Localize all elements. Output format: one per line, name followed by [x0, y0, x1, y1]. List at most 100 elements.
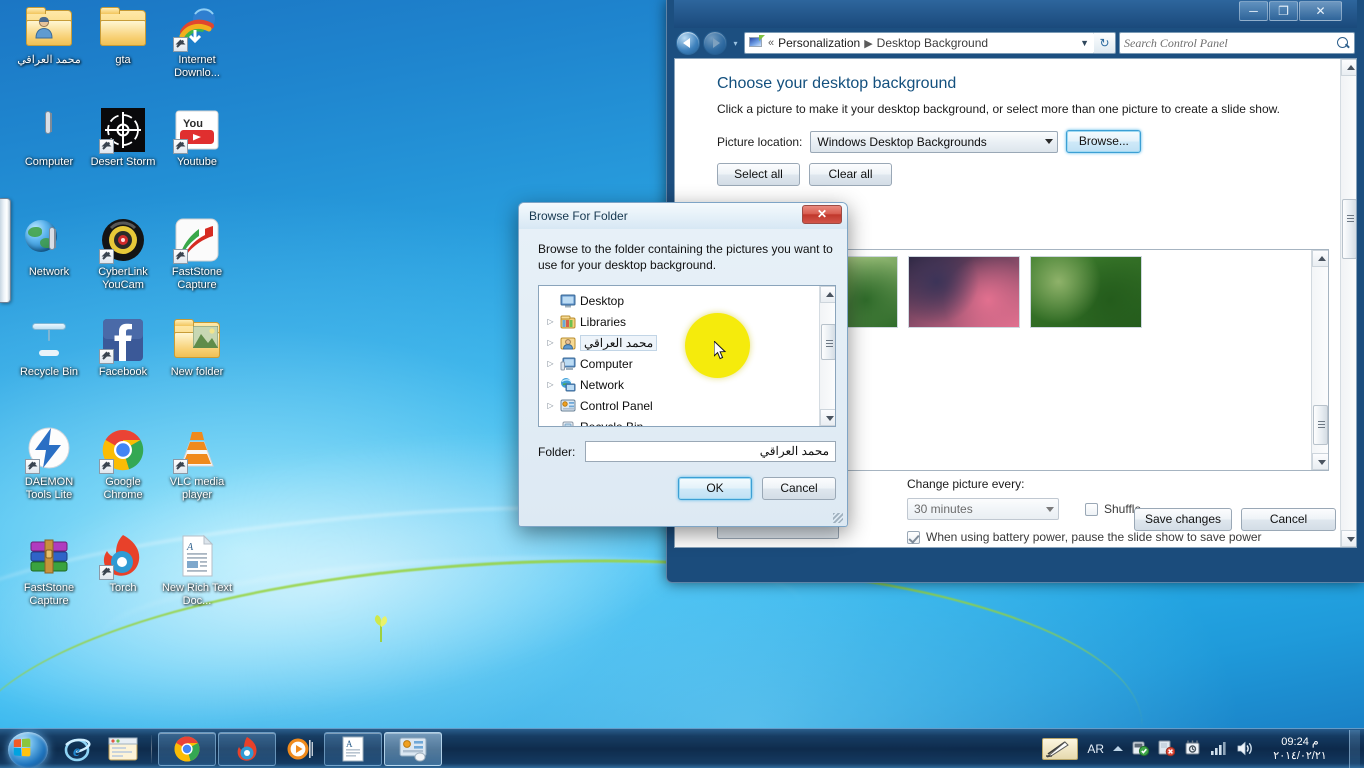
network-flag-icon[interactable] [1158, 740, 1175, 757]
interval-select[interactable]: 30 minutes [907, 498, 1059, 520]
select-all-button[interactable]: Select all [717, 163, 800, 186]
back-button[interactable] [676, 31, 700, 55]
desktop-icon-facebook[interactable]: Facebook [86, 316, 160, 379]
start-button[interactable] [2, 730, 54, 768]
shuffle-checkbox[interactable]: Shuffle [1085, 502, 1141, 516]
control-panel-titlebar[interactable]: ─ ❐ ✕ [674, 0, 1357, 28]
picture-location-select[interactable]: Windows Desktop Backgrounds [810, 130, 1059, 153]
desktop-icon-faststone[interactable]: FastStone Capture [160, 216, 234, 291]
show-hidden-icons-button[interactable] [1113, 746, 1123, 751]
checkbox-box[interactable] [1085, 502, 1098, 516]
clock[interactable]: 09:24 م ٢٠١٤/٠٢/٢١ [1263, 735, 1337, 763]
minimize-button[interactable]: ─ [1239, 1, 1268, 21]
browse-for-folder-dialog[interactable]: Browse For Folder ✕ Browse to the folder… [518, 202, 848, 527]
desktop-icon-label: VLC media player [169, 476, 225, 501]
expand-chevron-icon[interactable]: ▷ [545, 338, 556, 347]
address-root-chevron-icon[interactable]: « [768, 37, 774, 49]
save-changes-button[interactable]: Save changes [1133, 508, 1232, 531]
clear-all-button[interactable]: Clear all [809, 163, 892, 186]
picture-pane-scrollbar[interactable] [1311, 250, 1328, 470]
quick-launch-windows-explorer[interactable] [101, 732, 145, 766]
desktop-icon-label: Google Chrome [103, 476, 143, 501]
desktop-icon-rich-text-doc[interactable]: A New Rich Text Doc... [160, 532, 234, 607]
scroll-down-button[interactable] [1341, 530, 1356, 547]
desktop-icon-youtube[interactable]: You Youtube [160, 106, 234, 169]
taskbar-chrome-button[interactable] [158, 731, 216, 766]
media-icon[interactable] [1184, 740, 1201, 757]
scroll-up-button[interactable] [820, 286, 835, 303]
page-subtitle: Click a picture to make it your desktop … [717, 102, 1280, 116]
taskbar-wordpad-button[interactable]: A [324, 731, 382, 766]
desktop-icon-youcam[interactable]: CyberLink YouCam [86, 216, 160, 291]
action-center-icon[interactable] [1132, 740, 1149, 757]
dialog-titlebar[interactable]: Browse For Folder ✕ [519, 203, 847, 229]
language-indicator[interactable]: AR [1087, 742, 1104, 756]
desktop-icon-daemon-tools[interactable]: DAEMON Tools Lite [12, 426, 86, 501]
thumbnail-forest-path[interactable] [1030, 256, 1142, 328]
quick-launch-internet-explorer[interactable]: e [55, 732, 99, 766]
battery-pause-checkbox[interactable]: When using battery power, pause the slid… [907, 530, 1262, 544]
desktop-icon-network[interactable]: Network [12, 216, 86, 279]
taskbar[interactable]: e A AR 09:24 م ٢٠١٤/٠٢/٢١ [0, 728, 1364, 768]
scrollbar-thumb[interactable] [821, 324, 835, 360]
checkbox-box[interactable] [907, 530, 920, 544]
address-bar[interactable]: « Personalization ▶ Desktop Background ▼ [744, 32, 1095, 54]
tree-node-recycle-bin[interactable]: Recycle Bin [545, 416, 835, 426]
scrollbar-thumb[interactable] [1313, 405, 1328, 445]
desktop-icon-folder[interactable]: gta [86, 4, 160, 67]
resize-grip[interactable] [833, 513, 843, 523]
expand-chevron-icon[interactable]: ▷ [545, 317, 556, 326]
control-panel-icon [399, 737, 427, 761]
scroll-up-button[interactable] [1312, 250, 1328, 267]
taskbar-torch-button[interactable] [218, 731, 276, 766]
breadcrumb-desktop-background[interactable]: Desktop Background [877, 36, 988, 50]
tree-node-desktop[interactable]: Desktop [545, 290, 835, 311]
recent-pages-chevron-icon[interactable]: ▾ [730, 39, 741, 48]
desktop-icon-computer[interactable]: Computer [12, 106, 86, 169]
forward-button[interactable] [703, 31, 727, 55]
maximize-button[interactable]: ❐ [1269, 1, 1298, 21]
desktop-icon-idm[interactable]: Internet Downlo... [160, 4, 234, 79]
desktop-icon-torch[interactable]: Torch [86, 532, 160, 595]
desktop-icon-folder-pictures[interactable]: New folder [160, 316, 234, 379]
desktop[interactable]: محمد العراقي gta Internet Downlo... Compute… [0, 0, 1364, 768]
search-input[interactable]: Search Control Panel [1124, 36, 1337, 51]
search-box[interactable]: Search Control Panel [1119, 32, 1355, 54]
tree-scrollbar[interactable] [819, 286, 835, 426]
volume-icon[interactable] [1236, 740, 1254, 757]
desktop-icon-vlc[interactable]: VLC media player [160, 426, 234, 501]
taskbar-control-panel-button[interactable] [384, 731, 442, 766]
desktop-icon-label: FastStone Capture [23, 582, 75, 607]
desktop-icon-chrome[interactable]: Google Chrome [86, 426, 160, 501]
desktop-icon-desert-storm[interactable]: Desert Storm [86, 106, 160, 169]
scrollbar-thumb[interactable] [1342, 199, 1356, 259]
show-desktop-button[interactable] [1349, 729, 1360, 768]
scroll-down-button[interactable] [820, 409, 835, 426]
scroll-up-button[interactable] [1341, 59, 1356, 76]
scroll-down-button[interactable] [1312, 453, 1328, 470]
desktop-icon-folder-user[interactable]: محمد العراقي [12, 4, 86, 67]
cancel-button[interactable]: Cancel [1241, 508, 1336, 531]
dialog-close-button[interactable]: ✕ [802, 205, 842, 224]
window-scrollbar[interactable] [1340, 59, 1356, 547]
breadcrumb-personalization[interactable]: Personalization [778, 36, 860, 50]
desktop-icon-recycle-bin[interactable]: Recycle Bin [12, 316, 86, 379]
signal-icon[interactable] [1210, 740, 1227, 757]
clock-time: 09:24 م [1281, 735, 1319, 748]
refresh-button[interactable]: ↻ [1094, 32, 1116, 54]
close-button[interactable]: ✕ [1299, 1, 1342, 21]
dialog-cancel-button[interactable]: Cancel [762, 477, 836, 500]
taskbar-media-player-button[interactable] [278, 732, 322, 766]
ok-button[interactable]: OK [678, 477, 752, 500]
browse-button[interactable]: Browse... [1066, 130, 1142, 153]
address-dropdown-icon[interactable]: ▼ [1080, 38, 1092, 48]
thumbnail-night-sky[interactable] [908, 256, 1020, 328]
tree-node-control-panel[interactable]: ▷ Control Panel [545, 395, 835, 416]
folder-input[interactable]: محمد العراقي [585, 441, 836, 462]
expand-chevron-icon[interactable]: ▷ [545, 359, 556, 368]
desktop-icon-winrar[interactable]: FastStone Capture [12, 532, 86, 607]
ime-pen-icon[interactable] [1042, 737, 1079, 760]
expand-chevron-icon[interactable]: ▷ [545, 401, 556, 410]
expand-chevron-icon[interactable]: ▷ [545, 380, 556, 389]
tree-node-network[interactable]: ▷ Network [545, 374, 835, 395]
